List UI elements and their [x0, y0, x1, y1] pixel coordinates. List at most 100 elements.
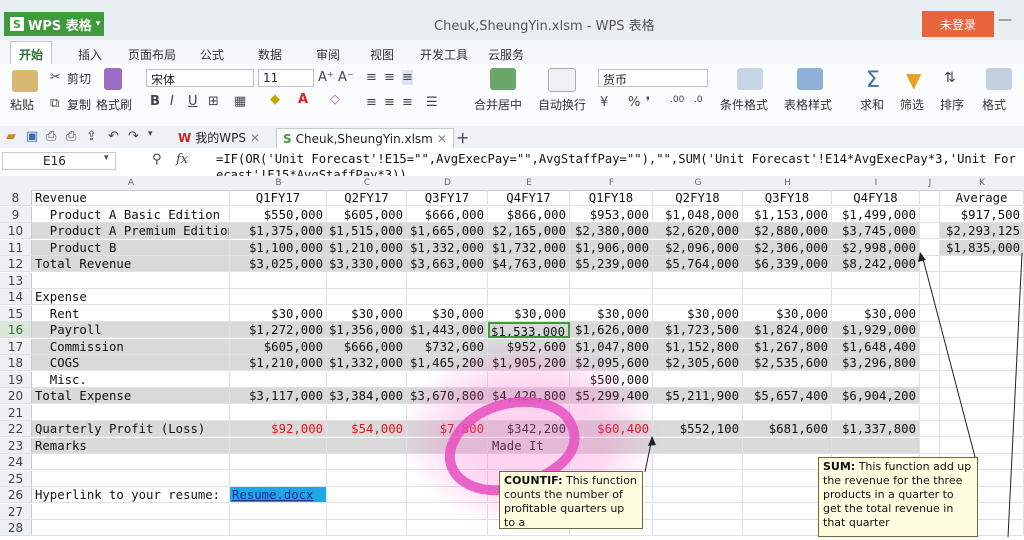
cell[interactable]: $1,665,000	[407, 223, 488, 239]
cell[interactable]: $1,332,000	[407, 239, 488, 256]
cell[interactable]	[653, 503, 743, 520]
cell[interactable]	[920, 223, 940, 239]
cell[interactable]: $1,443,000	[407, 322, 488, 338]
cell[interactable]	[327, 503, 407, 520]
cell[interactable]	[920, 421, 940, 437]
format-icon[interactable]	[986, 68, 1012, 90]
cell[interactable]: $1,906,000	[570, 239, 653, 256]
wps-menu-button[interactable]: S WPS 表格 ▾	[4, 12, 104, 36]
cell-label[interactable]: Product B	[32, 239, 230, 256]
cell[interactable]	[488, 289, 570, 305]
percent-icon[interactable]: %	[628, 95, 640, 110]
row-header[interactable]: 22	[0, 421, 32, 437]
cell[interactable]: $8,242,000	[832, 256, 920, 272]
cell[interactable]: $5,764,000	[653, 256, 743, 272]
cell[interactable]	[920, 437, 940, 454]
cell[interactable]	[570, 272, 653, 289]
save-icon[interactable]: ▣	[26, 129, 38, 144]
cell[interactable]	[327, 454, 407, 470]
cell[interactable]	[920, 355, 940, 371]
cell[interactable]	[327, 520, 407, 536]
cell[interactable]	[230, 404, 327, 421]
merge-center-icon[interactable]	[490, 68, 516, 90]
cell[interactable]	[407, 437, 488, 454]
cell[interactable]	[407, 289, 488, 305]
cell[interactable]: $2,620,000	[653, 223, 743, 239]
cell[interactable]: $2,305,600	[653, 355, 743, 371]
cell-label[interactable]: Total Revenue	[32, 256, 230, 272]
cell[interactable]: $1,515,000	[327, 223, 407, 239]
number-format-select[interactable]: 货币	[598, 69, 708, 87]
font-grow-icon[interactable]: A⁺	[318, 70, 334, 85]
cell[interactable]: Q2FY17	[327, 190, 407, 206]
paste-button[interactable]: 粘贴	[10, 96, 34, 113]
cell[interactable]	[327, 437, 407, 454]
cell[interactable]: $1,210,000	[230, 355, 327, 371]
cell[interactable]	[488, 404, 570, 421]
tab-developer[interactable]: 开发工具	[414, 44, 474, 65]
cell[interactable]	[940, 437, 1024, 454]
table-style-icon[interactable]	[797, 68, 823, 90]
cell[interactable]: $1,048,000	[653, 206, 743, 223]
cell[interactable]: $3,384,000	[327, 388, 407, 404]
cell[interactable]: $1,267,800	[743, 338, 832, 355]
underline-icon[interactable]: U	[188, 94, 198, 109]
italic-icon[interactable]: I	[170, 94, 174, 109]
currency-icon[interactable]: ¥	[600, 95, 608, 110]
cell[interactable]	[488, 371, 570, 388]
cell[interactable]: $2,165,000	[488, 223, 570, 239]
cell[interactable]	[230, 470, 327, 487]
cell[interactable]	[407, 272, 488, 289]
more-icon[interactable]: ▾	[148, 129, 153, 139]
cell[interactable]	[327, 487, 407, 503]
table-style-button[interactable]: 表格样式	[784, 96, 832, 113]
cell[interactable]: $1,648,400	[832, 338, 920, 355]
cell[interactable]	[570, 454, 653, 470]
cell[interactable]: $342,200	[488, 421, 570, 437]
sum-icon[interactable]: Σ	[866, 68, 880, 93]
cell[interactable]: $2,998,000	[832, 239, 920, 256]
cell[interactable]: $54,000	[327, 421, 407, 437]
cell[interactable]: $30,000	[653, 305, 743, 322]
cell[interactable]	[920, 272, 940, 289]
filter-button[interactable]: 筛选	[900, 96, 924, 113]
cell[interactable]	[327, 404, 407, 421]
cell[interactable]: $5,239,000	[570, 256, 653, 272]
row-header[interactable]: 19	[0, 371, 32, 388]
cell[interactable]	[653, 487, 743, 503]
cell[interactable]: $1,723,500	[653, 322, 743, 338]
column-header-h[interactable]: H	[743, 176, 832, 190]
cell[interactable]: $2,880,000	[743, 223, 832, 239]
merge-center-button[interactable]: 合并居中	[474, 96, 522, 113]
cell[interactable]: Q4FY17	[488, 190, 570, 206]
cell[interactable]: Q4FY18	[832, 190, 920, 206]
cell[interactable]: $1,047,800	[570, 338, 653, 355]
cell[interactable]: $1,465,200	[407, 355, 488, 371]
wrap-text-icon[interactable]	[548, 68, 576, 92]
cell[interactable]	[653, 371, 743, 388]
increase-decimal-icon[interactable]: .00	[670, 95, 684, 105]
cell-style-icon[interactable]: ▦	[234, 94, 246, 109]
cell[interactable]: $1,332,000	[327, 355, 407, 371]
cell[interactable]	[327, 289, 407, 305]
cell[interactable]: $1,152,800	[653, 338, 743, 355]
cut-button[interactable]: 剪切	[67, 70, 91, 87]
cell-label[interactable]: Product A Premium Edition	[32, 223, 230, 239]
cell[interactable]: $1,375,000	[230, 223, 327, 239]
cell[interactable]: $92,000	[230, 421, 327, 437]
row-header[interactable]: 11	[0, 239, 32, 256]
cell[interactable]	[327, 470, 407, 487]
cell[interactable]	[407, 454, 488, 470]
row-header[interactable]: 18	[0, 355, 32, 371]
minimize-icon[interactable]: —	[998, 12, 1012, 28]
cell-label[interactable]: Remarks	[32, 437, 230, 454]
new-tab-icon[interactable]: +	[456, 128, 469, 147]
row-header[interactable]: 13	[0, 272, 32, 289]
cell[interactable]: $7,800	[407, 421, 488, 437]
cell[interactable]	[653, 404, 743, 421]
cell[interactable]: $953,000	[570, 206, 653, 223]
cell-label[interactable]: Total Expense	[32, 388, 230, 404]
cell[interactable]	[743, 437, 832, 454]
tab-review[interactable]: 审阅	[310, 44, 346, 65]
cell[interactable]: $30,000	[743, 305, 832, 322]
